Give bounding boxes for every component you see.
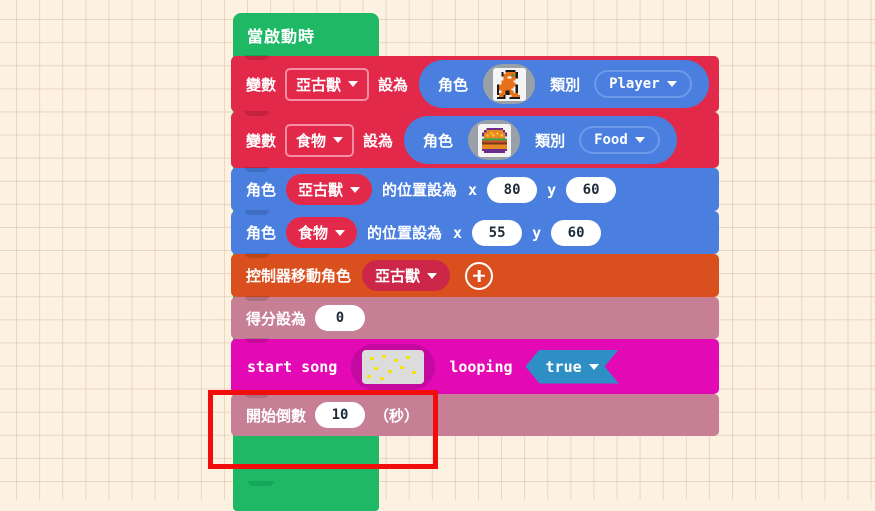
x-value-input[interactable]: 55 [472, 219, 523, 246]
sprite-reporter-role-label: 角色 [423, 132, 454, 150]
start-countdown-suffix-label: （秒） [374, 407, 420, 425]
y-value-input[interactable]: 60 [566, 176, 617, 203]
sprite-reporter-food[interactable]: 角色 類別 Food [404, 116, 677, 164]
chevron-down-icon [634, 137, 645, 143]
x-axis-label: x [453, 223, 463, 242]
category-dropdown-player-value: Player [609, 76, 660, 92]
chevron-down-icon [333, 137, 344, 143]
set-variable-middle-label: 設為 [363, 132, 394, 150]
set-variable-middle-label: 設為 [378, 76, 409, 94]
countdown-seconds-input[interactable]: 10 [315, 402, 366, 428]
music-pattern-icon[interactable] [351, 343, 436, 390]
set-position-middle-label: 的位置設為 [382, 182, 458, 199]
set-variable-prefix-label: 變數 [246, 76, 277, 94]
sprite-dropdown-controller[interactable]: 亞古獸 [362, 260, 451, 291]
set-position-prefix-label: 角色 [246, 225, 277, 242]
block-set-score[interactable]: 得分設為 0 [231, 296, 719, 339]
set-position-middle-label: 的位置設為 [367, 225, 443, 242]
controller-move-prefix-label: 控制器移動角色 [246, 268, 352, 285]
hat-block-when-started[interactable]: 當啟動時 變數 亞古獸 設為 角色 類別 Player 變數 食物 設為 角色 … [231, 13, 719, 511]
agumon-sprite-art [492, 67, 526, 101]
set-variable-prefix-label: 變數 [246, 132, 277, 150]
hat-block-header: 當啟動時 [233, 13, 379, 56]
score-value-input[interactable]: 0 [315, 305, 366, 331]
variable-dropdown-food-value: 食物 [296, 132, 327, 150]
y-value-input[interactable]: 60 [551, 219, 602, 246]
hat-block-label: 當啟動時 [247, 28, 316, 46]
looping-boolean-value: true [545, 357, 582, 376]
category-dropdown-food[interactable]: Food [579, 126, 660, 154]
start-song-prefix-label: start song [247, 357, 338, 376]
block-controller-move-sprite[interactable]: 控制器移動角色 亞古獸 [231, 253, 719, 297]
block-set-variable-agumon[interactable]: 變數 亞古獸 設為 角色 類別 Player [231, 55, 719, 112]
block-start-song[interactable]: start song looping true [231, 338, 719, 394]
set-score-prefix-label: 得分設為 [246, 310, 307, 328]
block-set-position-food[interactable]: 角色 食物 的位置設為 x 55 y 60 [231, 210, 719, 254]
agumon-sprite-icon[interactable] [483, 64, 536, 104]
x-value-input[interactable]: 80 [487, 176, 538, 203]
block-set-variable-food[interactable]: 變數 食物 設為 角色 類別 Food [231, 111, 719, 168]
sprite-dropdown-agumon-value: 亞古獸 [298, 182, 344, 199]
block-start-countdown[interactable]: 開始倒數 10 （秒） [231, 393, 719, 436]
sprite-reporter-category-label: 類別 [550, 76, 581, 94]
variable-dropdown-agumon[interactable]: 亞古獸 [285, 67, 370, 101]
sprite-dropdown-agumon[interactable]: 亞古獸 [286, 174, 373, 205]
start-song-looping-label: looping [449, 357, 513, 376]
block-set-position-agumon[interactable]: 角色 亞古獸 的位置設為 x 80 y 60 [231, 167, 719, 211]
sprite-dropdown-food-value: 食物 [298, 225, 329, 242]
start-countdown-prefix-label: 開始倒數 [246, 407, 307, 425]
burger-sprite-art [477, 123, 511, 157]
variable-dropdown-agumon-value: 亞古獸 [296, 76, 342, 94]
burger-sprite-icon[interactable] [468, 120, 521, 160]
sprite-reporter-role-label: 角色 [438, 76, 469, 94]
variable-dropdown-food[interactable]: 食物 [285, 123, 355, 157]
chevron-down-icon [589, 364, 599, 370]
hat-block-body: 變數 亞古獸 設為 角色 類別 Player 變數 食物 設為 角色 類別 Fo… [231, 55, 719, 481]
hat-block-foot [233, 481, 379, 511]
plus-circle-icon[interactable] [465, 261, 494, 290]
sprite-dropdown-food[interactable]: 食物 [286, 217, 358, 248]
looping-boolean-dropdown[interactable]: true [526, 350, 619, 384]
y-axis-label: y [547, 180, 557, 199]
script-stack[interactable]: 當啟動時 變數 亞古獸 設為 角色 類別 Player 變數 食物 設為 角色 … [231, 13, 719, 511]
chevron-down-icon [427, 272, 438, 279]
chevron-down-icon [666, 81, 677, 87]
chevron-down-icon [350, 186, 361, 193]
child-block-stack: 變數 亞古獸 設為 角色 類別 Player 變數 食物 設為 角色 類別 Fo… [231, 55, 719, 436]
music-pattern-art [362, 349, 425, 384]
sprite-reporter-category-label: 類別 [535, 132, 566, 150]
category-dropdown-food-value: Food [594, 132, 628, 148]
category-dropdown-player[interactable]: Player [594, 70, 692, 98]
sprite-dropdown-controller-value: 亞古獸 [375, 268, 421, 285]
y-axis-label: y [532, 223, 542, 242]
sprite-reporter-agumon[interactable]: 角色 類別 Player [419, 60, 709, 108]
chevron-down-icon [335, 229, 346, 236]
chevron-down-icon [348, 81, 359, 87]
set-position-prefix-label: 角色 [246, 182, 277, 199]
x-axis-label: x [468, 180, 478, 199]
